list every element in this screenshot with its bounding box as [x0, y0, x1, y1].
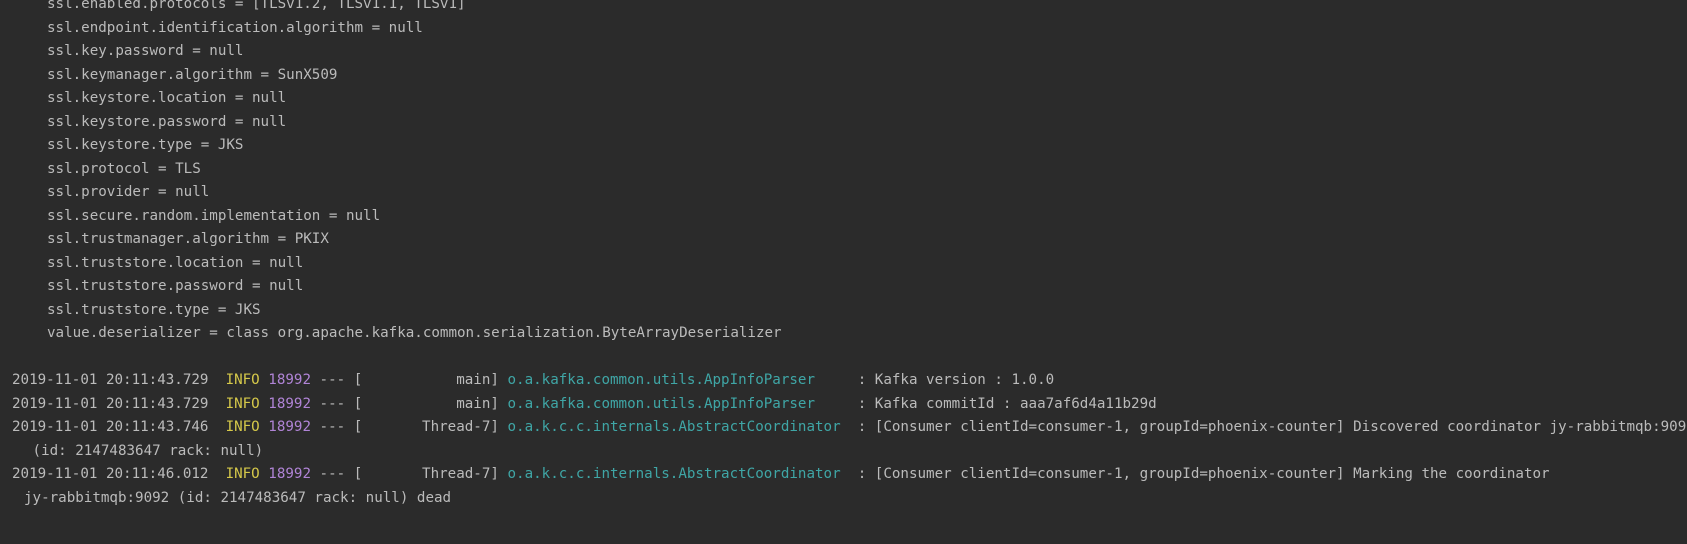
config-line: ssl.truststore.password = null — [47, 278, 304, 294]
log-timestamp: 2019-11-01 20:11:46.012 — [12, 466, 209, 482]
config-line: ssl.truststore.location = null — [47, 254, 304, 271]
log-level: INFO — [225, 372, 260, 388]
config-line: ssl.secure.random.implementation = null — [47, 207, 381, 224]
log-separator: --- — [319, 466, 346, 482]
log-timestamp: 2019-11-01 20:11:43.746 — [12, 419, 209, 435]
config-line: ssl.keymanager.algorithm = SunX509 — [47, 66, 338, 83]
log-line: 2019-11-01 20:11:43.746 INFO 18992 --- [… — [0, 415, 1687, 440]
config-line: value.deserializer = class org.apache.ka… — [47, 325, 782, 341]
log-level: INFO — [225, 466, 260, 482]
config-line: ssl.endpoint.identification.algorithm = … — [47, 19, 423, 36]
log-pid: 18992 — [268, 395, 311, 412]
log-level: INFO — [225, 419, 260, 435]
log-line: 2019-11-01 20:11:43.729 INFO 18992 --- [… — [0, 392, 1157, 417]
config-line: ssl.keystore.location = null — [47, 90, 287, 106]
log-message: : [Consumer clientId=consumer-1, groupId… — [857, 466, 1550, 482]
log-pid: 18992 — [268, 372, 311, 388]
log-separator: --- — [319, 372, 346, 388]
log-logger[interactable]: o.a.kafka.common.utils.AppInfoParser — [507, 372, 815, 388]
log-logger[interactable]: o.a.k.c.c.internals.AbstractCoordinator — [507, 419, 840, 435]
log-message: : Kafka version : 1.0.0 — [857, 372, 1055, 388]
log-separator: --- — [319, 419, 346, 435]
config-line: ssl.keystore.type = JKS — [47, 137, 244, 153]
log-thread: [ Thread-7] — [353, 419, 499, 435]
console-output[interactable]: ssl.enabled.protocols = [TLSv1.2, TLSv1.… — [0, 0, 1687, 544]
log-thread: [ main] — [353, 395, 499, 412]
log-continuation: jy-rabbitmqb:9092 (id: 2147483647 rack: … — [24, 489, 452, 506]
log-timestamp: 2019-11-01 20:11:43.729 — [12, 395, 209, 412]
log-line: 2019-11-01 20:11:46.012 INFO 18992 --- [… — [0, 462, 1550, 487]
log-message: : Kafka commitId : aaa7af6d4a11b29d — [857, 395, 1157, 412]
log-pid: 18992 — [268, 466, 311, 482]
config-line: ssl.key.password = null — [47, 43, 244, 59]
log-thread: [ Thread-7] — [353, 466, 499, 482]
config-line: ssl.truststore.type = JKS — [47, 301, 261, 318]
log-timestamp: 2019-11-01 20:11:43.729 — [12, 372, 209, 388]
log-thread: [ main] — [353, 372, 499, 388]
log-logger[interactable]: o.a.k.c.c.internals.AbstractCoordinator — [507, 466, 840, 482]
log-message: : [Consumer clientId=consumer-1, groupId… — [857, 419, 1687, 435]
config-line: ssl.keystore.password = null — [47, 113, 287, 130]
log-pid: 18992 — [268, 419, 311, 435]
log-continuation: (id: 2147483647 rack: null) — [24, 442, 264, 459]
config-line: ssl.trustmanager.algorithm = PKIX — [47, 231, 329, 247]
log-logger[interactable]: o.a.kafka.common.utils.AppInfoParser — [507, 396, 815, 412]
log-level: INFO — [225, 395, 260, 412]
log-separator: --- — [319, 395, 346, 412]
config-line: ssl.protocol = TLS — [47, 160, 201, 177]
config-line: ssl.provider = null — [47, 184, 210, 200]
log-line: 2019-11-01 20:11:43.729 INFO 18992 --- [… — [0, 368, 1054, 393]
